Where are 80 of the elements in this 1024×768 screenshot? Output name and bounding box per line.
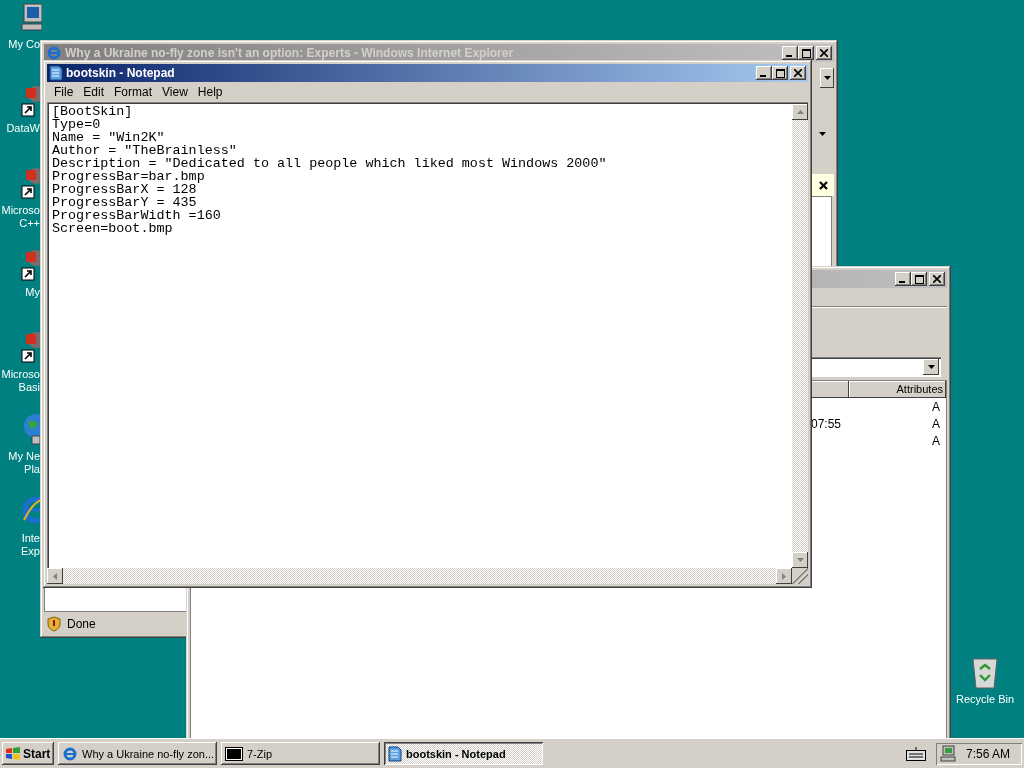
desktop-icon-label[interactable]: Recycle Bin [955,693,1015,706]
clock: 7:56 AM [966,746,1011,761]
windows-logo-icon [5,746,21,761]
caret-icon[interactable] [819,132,826,136]
taskbar-button[interactable]: Why a Ukraine no-fly zon... [58,742,217,765]
browser-e-icon [46,45,62,61]
desktop-icon-label[interactable]: Microso [1,368,40,381]
maximize-icon [801,48,811,58]
close-button[interactable] [819,180,828,190]
taskbar-button[interactable]: bootskin - Notepad [384,742,543,765]
desktop-icon-label[interactable]: Exp [21,545,40,558]
desktop-icon-label[interactable]: My Co [8,38,40,51]
column-header[interactable] [811,381,849,398]
taskbar-button[interactable]: 7-Zip [221,742,380,765]
network-computer-icon[interactable] [940,744,958,763]
menu-item[interactable]: Help [192,84,228,99]
text-line: Screen=boot.bmp [52,221,173,236]
close-icon [933,275,941,283]
caret-icon [823,76,831,80]
horizontal-scrollbar[interactable] [47,568,792,584]
maximize-button[interactable] [772,66,788,80]
menu-item[interactable]: Format [109,84,158,99]
text-line: ProgressBarX = 128 [52,182,197,197]
maximize-icon [775,68,785,78]
menu-item[interactable]: View [157,84,193,99]
desktop-icon-label[interactable]: DataW [6,122,40,135]
up-arrow-icon [796,110,804,114]
caret-icon [927,365,935,369]
text-line: Type=0 [52,117,101,132]
desktop-icon-label[interactable]: C++ [19,217,40,230]
notepad-icon [388,745,402,762]
minimize-button[interactable] [782,46,798,60]
menu-item[interactable]: Edit [78,84,110,99]
text-line: Name = "Win2K" [52,130,165,145]
table-cell: A [932,433,940,448]
left-arrow-icon [53,572,57,580]
text-line: Author = "TheBrainless" [52,143,237,158]
path-combo-box[interactable] [809,357,941,377]
desktop-icon-label[interactable]: Inte [21,532,40,545]
column-header[interactable]: Attributes [849,381,946,398]
table-cell: A [932,416,940,431]
start-button[interactable]: Start [2,742,54,765]
shield-icon [47,616,61,632]
size-grip[interactable] [792,568,808,584]
text-line: Description = "Dedicated to all people which liked most Windows 2000" [52,156,607,171]
browser-e-icon [62,745,78,762]
maximize-icon [914,274,924,284]
close-icon [819,180,828,190]
table-cell: A [932,399,940,414]
window-title: bootskin - Notepad [66,66,175,80]
text-line: [BootSkin] [52,104,133,119]
close-button[interactable] [790,66,806,80]
recycle-bin-icon[interactable] [970,655,1000,689]
desktop-icon-label[interactable]: Microso [1,204,40,217]
text-line: ProgressBar=bar.bmp [52,169,205,184]
desktop-icon-label[interactable]: My [25,286,40,299]
maximize-button[interactable] [911,272,927,286]
status-text: Done [67,617,96,631]
desktop-icon-label[interactable]: Pla [24,463,40,476]
keyboard-icon[interactable] [906,746,926,761]
close-button[interactable] [816,46,832,60]
maximize-button[interactable] [798,46,814,60]
minimize-button[interactable] [895,272,911,286]
down-arrow-icon [796,558,804,562]
right-arrow-icon [782,572,786,580]
minimize-button[interactable] [756,66,772,80]
notepad-icon [49,65,63,81]
computer-icon[interactable] [20,2,42,34]
text-line: ProgressBarY = 435 [52,195,197,210]
archive-app-icon [225,746,243,761]
desktop-icon-label[interactable]: My Ne [8,450,40,463]
table-cell: 07:55 [810,416,841,431]
dropdown-button[interactable] [820,68,834,88]
menu-item[interactable]: File [49,84,79,99]
close-button[interactable] [929,272,945,286]
desktop-icon-label[interactable]: Basi [18,381,40,394]
text-line: ProgressBarWidth =160 [52,208,221,223]
vertical-scrollbar[interactable] [792,104,808,568]
close-icon [820,49,828,57]
close-icon [794,69,802,77]
